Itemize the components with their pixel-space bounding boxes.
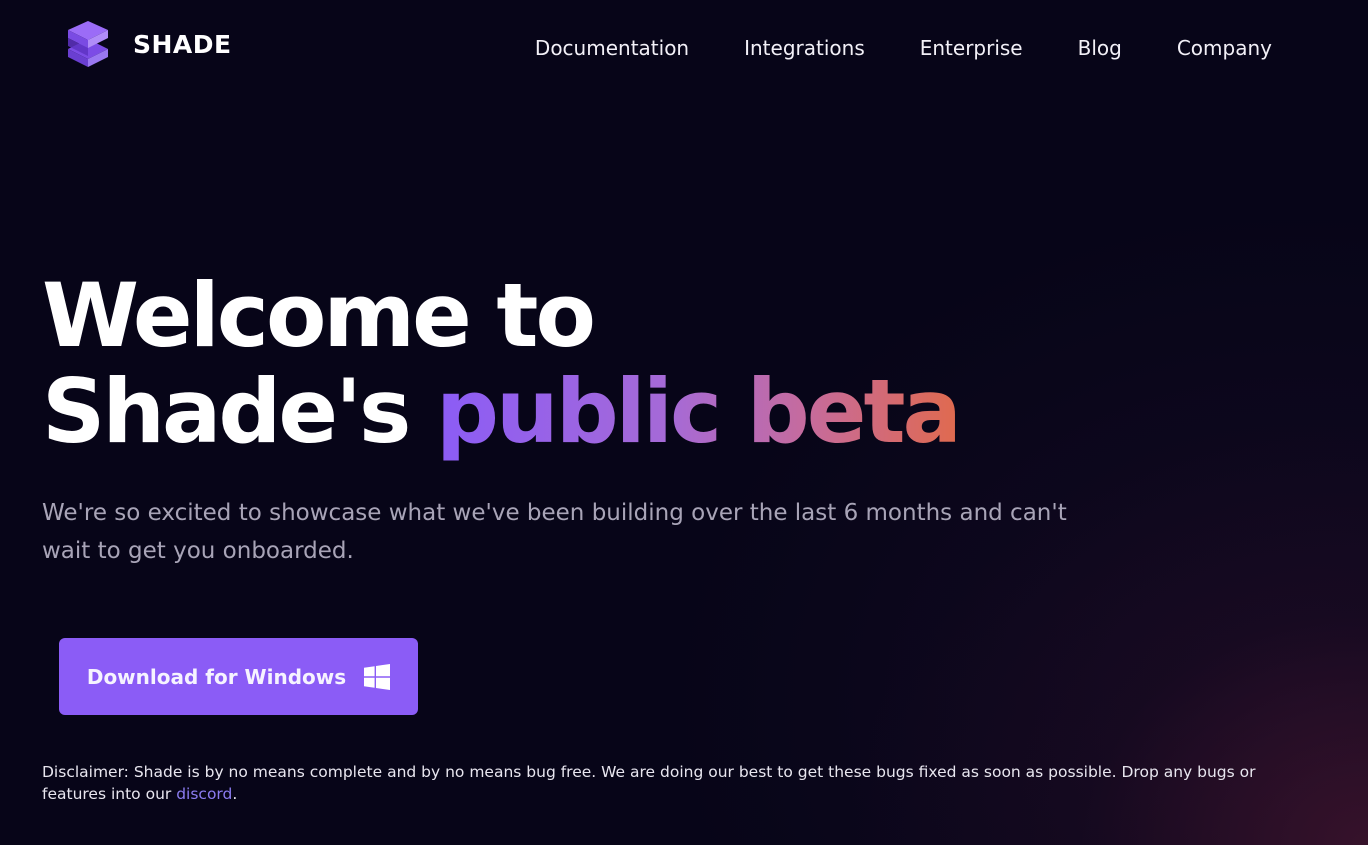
download-windows-button[interactable]: Download for Windows	[59, 638, 418, 715]
brand-home-link[interactable]: SHADE	[66, 20, 232, 68]
nav-documentation[interactable]: Documentation	[535, 36, 689, 60]
hero-title-plain: Shade's	[42, 360, 411, 463]
nav-integrations[interactable]: Integrations	[744, 36, 865, 60]
hero-title: Welcome to Shade's public beta	[42, 264, 962, 460]
site-header: SHADE Documentation Integrations Enterpr…	[0, 0, 1368, 96]
nav-enterprise[interactable]: Enterprise	[920, 36, 1023, 60]
disclaimer: Disclaimer: Shade is by no means complet…	[42, 761, 1302, 805]
discord-link[interactable]: discord	[176, 785, 232, 803]
hero-title-line1: Welcome to	[42, 264, 596, 367]
windows-logo-icon	[364, 663, 391, 690]
stacked-layers-cube-icon	[68, 21, 108, 67]
nav-company[interactable]: Company	[1177, 36, 1272, 60]
main-nav: Documentation Integrations Enterprise Bl…	[535, 30, 1272, 66]
disclaimer-suffix: .	[232, 785, 238, 803]
hero-title-line2: Shade's public beta	[42, 364, 962, 460]
hero-title-accent: public beta	[436, 360, 962, 463]
hero-subtitle: We're so excited to showcase what we've …	[42, 500, 1067, 564]
brand-name: SHADE	[133, 29, 232, 59]
nav-blog[interactable]: Blog	[1078, 36, 1122, 60]
download-button-label: Download for Windows	[86, 664, 347, 689]
